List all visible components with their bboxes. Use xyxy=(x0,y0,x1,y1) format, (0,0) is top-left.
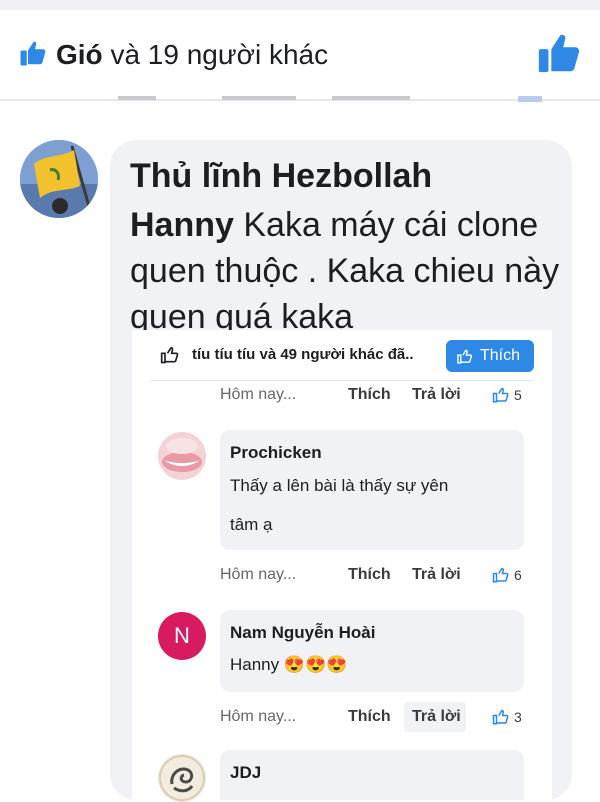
thumbs-up-outline-icon xyxy=(160,345,180,365)
likes-summary-rest: và 19 người khác xyxy=(102,39,329,70)
likes-summary[interactable]: Gió và 19 người khác xyxy=(56,38,328,72)
thumbs-up-outline-icon[interactable] xyxy=(492,708,510,726)
avatar-letter: N xyxy=(174,623,190,648)
nested-like-button-label: Thích xyxy=(480,347,521,364)
avatar[interactable]: N xyxy=(158,612,206,660)
reply-author[interactable]: Prochicken xyxy=(230,442,322,464)
mention-link[interactable]: Hanny xyxy=(130,206,234,244)
status-strip xyxy=(0,0,600,10)
comment-text: Hanny Kaka máy cái clone quen thuộc . Ka… xyxy=(130,202,560,340)
like-comment-button[interactable]: Thích xyxy=(348,564,391,586)
like-button-icon[interactable] xyxy=(536,30,582,76)
comment-time: Hôm nay... xyxy=(220,386,297,403)
reply-bubble xyxy=(220,750,524,800)
like-comment-button[interactable]: Thích xyxy=(348,706,391,728)
nested-divider xyxy=(150,380,534,381)
comment-time: Hôm nay... xyxy=(220,566,297,583)
reply-text-line: Thấy a lên bài là thấy sự yên xyxy=(230,476,449,495)
nested-like-button[interactable]: Thích xyxy=(446,340,534,372)
comment-time: Hôm nay... xyxy=(220,708,297,725)
avatar[interactable] xyxy=(20,140,98,218)
like-count: 3 xyxy=(514,709,522,725)
comment-author[interactable]: Thủ lĩnh Hezbollah xyxy=(130,156,432,196)
shared-screenshot-card xyxy=(132,330,552,800)
thumbs-up-outline-icon xyxy=(456,348,474,365)
thumbs-up-icon xyxy=(18,38,48,68)
avatar[interactable] xyxy=(158,432,206,480)
avatar[interactable] xyxy=(158,754,206,802)
cut-off-action-row xyxy=(118,96,578,106)
reply-author[interactable]: JDJ xyxy=(230,762,261,784)
thumbs-up-outline-icon[interactable] xyxy=(492,566,510,584)
reply-author[interactable]: Nam Nguyễn Hoài xyxy=(230,622,375,644)
reply-button[interactable]: Trả lời xyxy=(412,384,461,406)
like-count: 5 xyxy=(514,387,522,403)
reply-button[interactable]: Trả lời xyxy=(412,564,461,586)
reply-button[interactable]: Trả lời xyxy=(412,706,461,728)
reply-text-line: tâm ạ xyxy=(230,515,273,534)
reply-text: Hanny 😍😍😍 xyxy=(230,655,348,674)
thumbs-up-outline-icon[interactable] xyxy=(492,386,510,404)
nested-likes-summary[interactable]: tíu tíu tíu và 49 người khác đã.. xyxy=(192,344,414,366)
like-comment-button[interactable]: Thích xyxy=(348,384,391,406)
like-count: 6 xyxy=(514,567,522,583)
liker-name[interactable]: Gió xyxy=(56,39,103,70)
